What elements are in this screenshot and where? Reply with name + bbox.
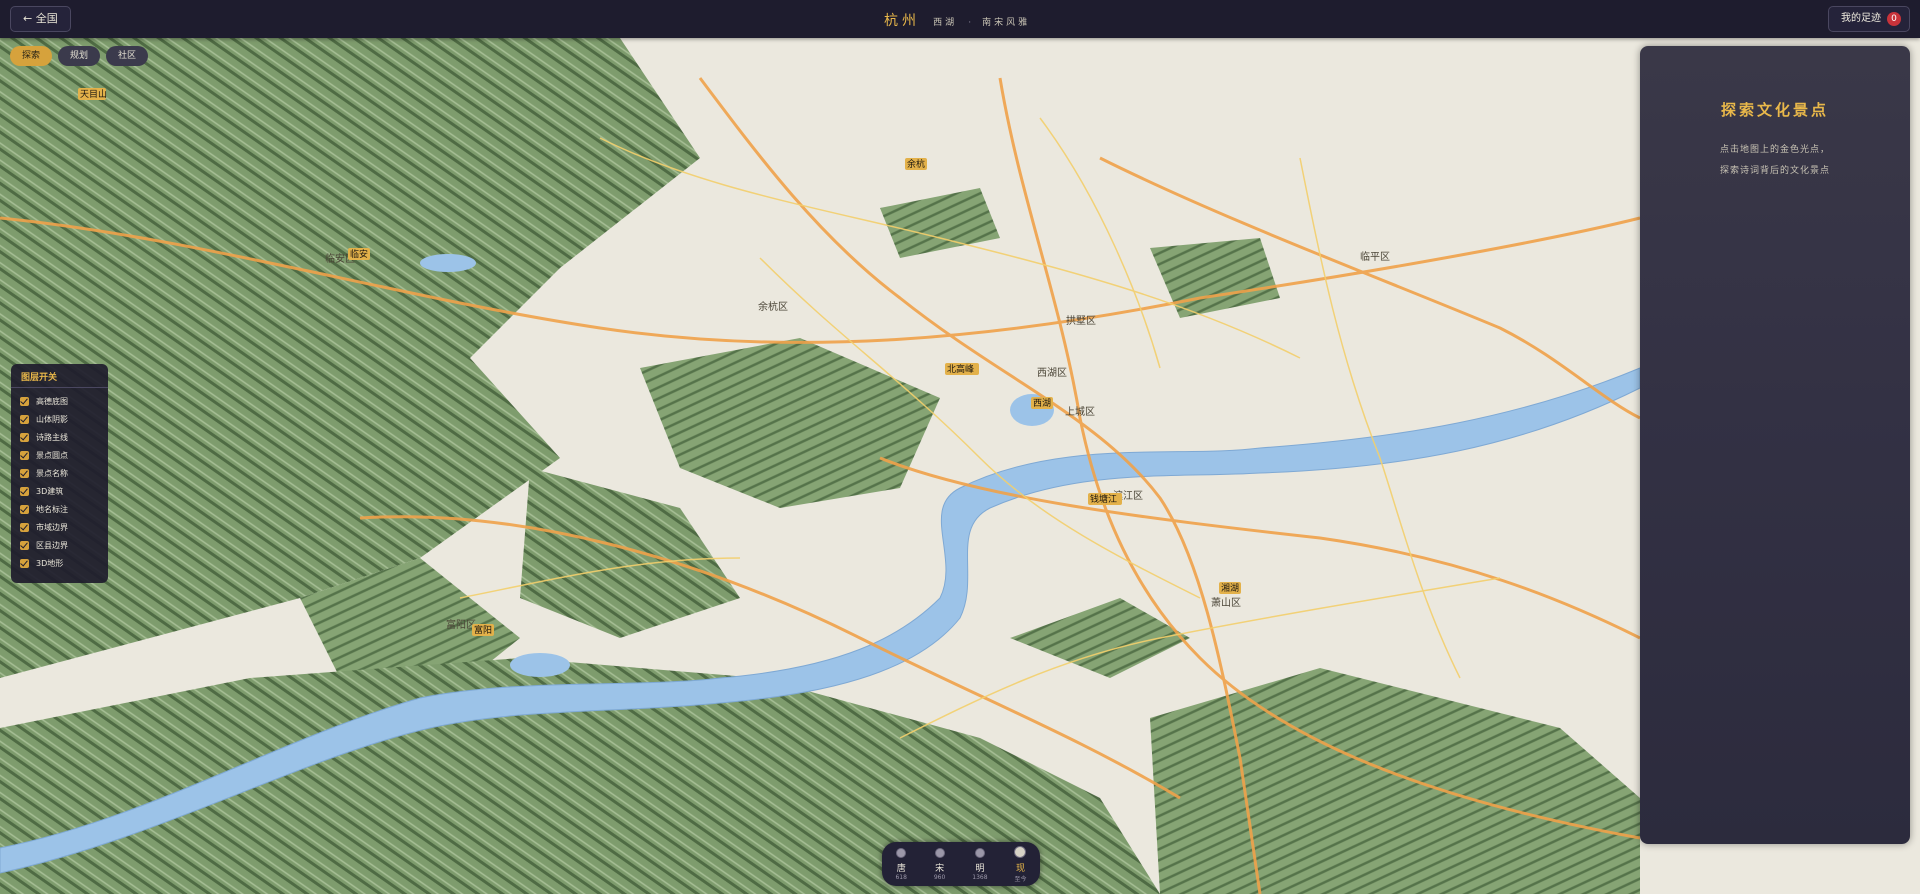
era-name: 明 xyxy=(975,863,985,874)
footprint-count-badge: 0 xyxy=(1887,12,1901,26)
mode-switch: 探索 规划 社区 xyxy=(10,46,149,66)
district-label: 萧山区 xyxy=(1211,597,1241,609)
checkbox-icon[interactable] xyxy=(20,468,29,478)
checkbox-icon[interactable] xyxy=(20,540,29,550)
tab-explore[interactable]: 探索 xyxy=(10,46,53,66)
poi-label: 西湖 xyxy=(1033,398,1051,409)
subtitle-lake: 西湖 xyxy=(933,18,958,28)
era-year: 960 xyxy=(933,873,946,881)
layer-label: 高德底图 xyxy=(36,396,68,406)
era-ming[interactable]: 明 1368 xyxy=(972,847,988,881)
era-year: 1368 xyxy=(972,873,988,881)
footprint-label: 我的足迹 xyxy=(1841,13,1881,24)
era-name: 现 xyxy=(1015,863,1025,874)
subtitle-separator: · xyxy=(968,18,972,28)
checkbox-icon[interactable] xyxy=(20,396,29,406)
layer-label: 区县边界 xyxy=(36,540,68,550)
checkbox-icon[interactable] xyxy=(20,450,29,460)
layer-label: 山体阴影 xyxy=(36,414,68,424)
layer-toggle-3d-terrain[interactable]: 3D地形 xyxy=(11,554,108,572)
checkbox-icon[interactable] xyxy=(20,432,29,442)
district-label: 临平区 xyxy=(1360,250,1390,263)
poi-label: 余杭 xyxy=(907,158,925,170)
layer-toggle-poi-names[interactable]: 景点名称 xyxy=(11,464,108,482)
layer-toggle-poetry-route[interactable]: 诗路主线 xyxy=(11,428,108,446)
info-panel: 探索文化景点 点击地图上的金色光点， 探索诗词背后的文化景点 xyxy=(1640,46,1910,844)
checkbox-icon[interactable] xyxy=(20,486,29,496)
layer-toggle-place-names[interactable]: 地名标注 xyxy=(11,500,108,518)
panel-hint-line-2: 探索诗词背后的文化景点 xyxy=(1719,166,1830,176)
era-name: 唐 xyxy=(896,863,906,874)
layer-label: 景点名称 xyxy=(36,468,68,478)
tab-community[interactable]: 社区 xyxy=(106,46,149,66)
checkbox-icon[interactable] xyxy=(20,504,29,514)
panel-hint-line-1: 点击地图上的金色光点， xyxy=(1719,145,1830,155)
layer-label: 市域边界 xyxy=(36,522,68,532)
layer-toggle-district-boundary[interactable]: 区县边界 xyxy=(11,536,108,554)
era-tang[interactable]: 唐 618 xyxy=(895,847,907,881)
subtitle-era: 南宋风雅 xyxy=(982,18,1031,28)
era-dot-icon xyxy=(974,847,985,858)
qingshan-lake xyxy=(420,254,476,272)
panel-title: 探索文化景点 xyxy=(1720,101,1829,119)
tab-plan[interactable]: 规划 xyxy=(58,46,101,66)
district-label: 上城区 xyxy=(1065,406,1095,418)
era-dot-icon xyxy=(1014,845,1027,858)
layer-panel-title: 图层开关 xyxy=(11,364,108,388)
poi-label: 北高峰 xyxy=(947,363,974,375)
city-title: 杭州 xyxy=(884,13,920,29)
my-footprint-button[interactable]: 我的足迹 0 xyxy=(1828,6,1910,32)
layer-toggle-poi-dots[interactable]: 景点圆点 xyxy=(11,446,108,464)
poi-label: 天目山 xyxy=(80,89,107,100)
era-dot-icon xyxy=(934,847,945,858)
page-title: 杭州 西湖 · 南宋风雅 xyxy=(884,10,1030,30)
layer-toggle-city-boundary[interactable]: 市域边界 xyxy=(11,518,108,536)
era-year: 618 xyxy=(895,873,907,881)
layer-toggle-panel: 图层开关 高德底图 山体阴影 诗路主线 景点圆点 景点名称 3D建筑 地名标注 … xyxy=(11,364,108,583)
layer-toggle-3d-buildings[interactable]: 3D建筑 xyxy=(11,482,108,500)
layer-label: 3D地形 xyxy=(36,558,64,568)
poi-label: 钱塘江 xyxy=(1090,493,1117,505)
checkbox-icon[interactable] xyxy=(20,414,29,424)
layer-toggle-hillshade[interactable]: 山体阴影 xyxy=(11,410,108,428)
layer-label: 地名标注 xyxy=(36,504,68,514)
xiang-lake xyxy=(510,653,570,677)
district-label: 西湖区 xyxy=(1037,367,1067,379)
layer-label: 3D建筑 xyxy=(36,486,64,496)
poi-label: 临安 xyxy=(350,248,368,260)
era-song[interactable]: 宋 960 xyxy=(933,847,946,881)
poi-label: 富阳 xyxy=(474,624,492,636)
layer-label: 景点圆点 xyxy=(36,450,68,460)
district-label: 拱墅区 xyxy=(1066,314,1096,327)
era-dot-icon xyxy=(896,847,907,858)
district-label: 余杭区 xyxy=(758,300,788,313)
map-canvas: 临安区 余杭区 拱墅区 西湖区 上城区 滨江区 萧山区 临平区 富阳区 天目山 … xyxy=(0,38,1920,894)
terrain-map[interactable]: 临安区 余杭区 拱墅区 西湖区 上城区 滨江区 萧山区 临平区 富阳区 天目山 … xyxy=(0,38,1920,894)
checkbox-icon[interactable] xyxy=(20,558,29,568)
layer-label: 诗路主线 xyxy=(36,432,68,442)
layer-toggle-amap-base[interactable]: 高德底图 xyxy=(11,392,108,410)
era-year: 至今 xyxy=(1014,875,1027,883)
poi-label: 湘湖 xyxy=(1221,582,1239,594)
district-label: 富阳区 xyxy=(446,618,476,631)
back-to-national-button[interactable]: ← 全国 xyxy=(10,6,71,32)
era-modern[interactable]: 现至今 xyxy=(1014,845,1027,883)
era-name: 宋 xyxy=(935,863,945,874)
era-timeline: 唐 618 宋 960 明 1368 现至今 xyxy=(882,842,1040,886)
checkbox-icon[interactable] xyxy=(20,522,29,532)
top-bar: ← 全国 杭州 西湖 · 南宋风雅 我的足迹 0 xyxy=(0,0,1920,38)
